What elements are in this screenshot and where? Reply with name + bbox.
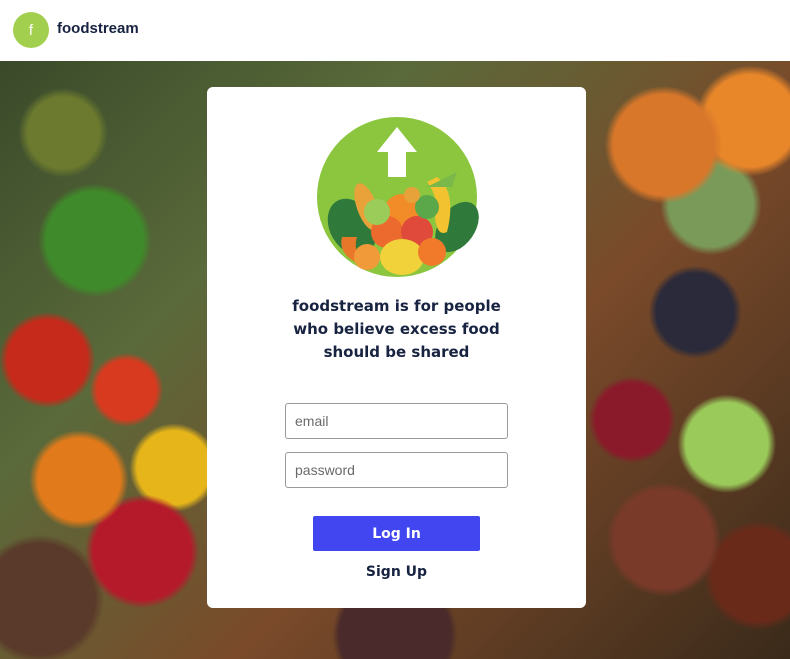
sign-up-link[interactable]: Sign Up xyxy=(337,564,456,580)
tagline-line: who believe excess food xyxy=(293,320,500,338)
login-button[interactable]: Log In xyxy=(313,516,480,551)
email-field[interactable] xyxy=(285,403,508,439)
tagline-text: foodstream is for people who believe exc… xyxy=(227,295,566,364)
produce-basket-illustration-icon xyxy=(317,117,479,277)
top-navigation-bar: f foodstream xyxy=(0,0,790,61)
brand-logo-icon[interactable]: f xyxy=(13,12,49,48)
brand-name[interactable]: foodstream xyxy=(57,20,139,37)
tagline-line: foodstream is for people xyxy=(292,297,501,315)
login-card: foodstream is for people who believe exc… xyxy=(207,87,586,608)
tagline-line: should be shared xyxy=(323,343,470,361)
password-field[interactable] xyxy=(285,452,508,488)
